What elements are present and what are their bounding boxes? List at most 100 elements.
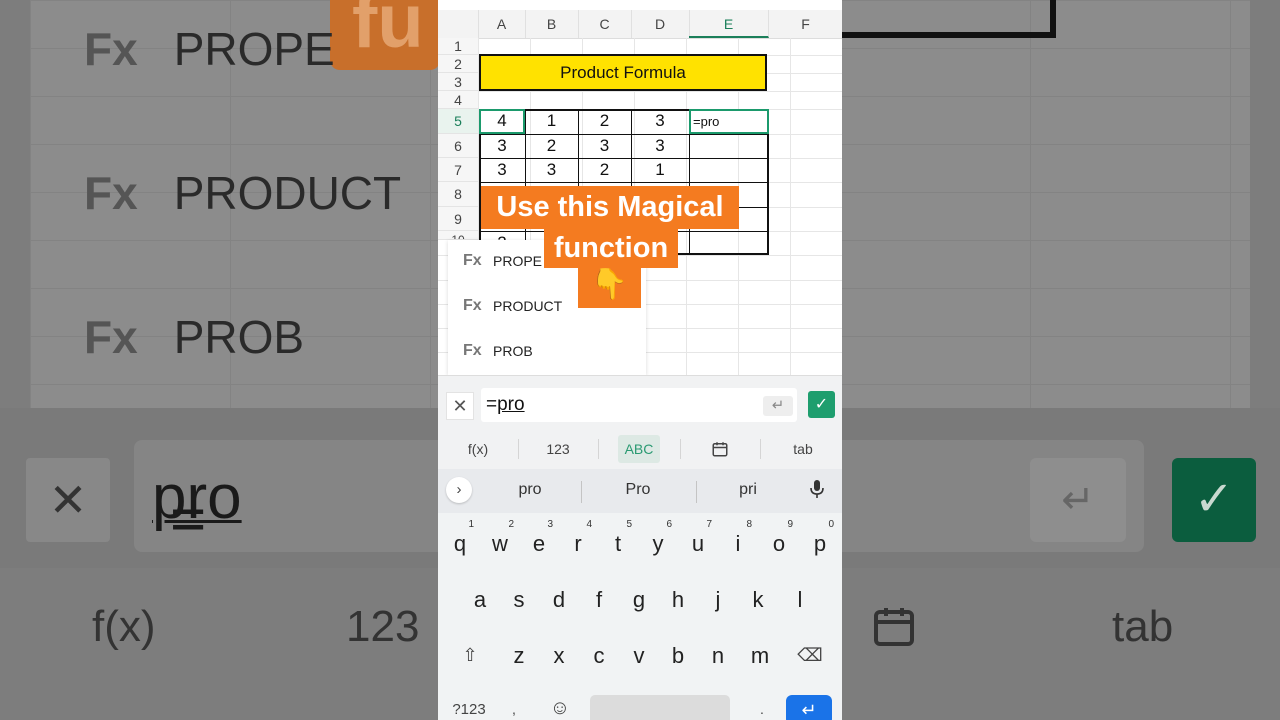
key-u[interactable]: u7: [680, 519, 716, 557]
cell-a7[interactable]: 3: [479, 160, 525, 180]
corner-cell[interactable]: [438, 10, 479, 38]
confirm-check-icon[interactable]: ✓: [808, 391, 835, 418]
keyboard-suggestion[interactable]: pri: [718, 481, 778, 499]
bg-close-icon: ✕: [26, 458, 110, 542]
column-header-c[interactable]: C: [578, 10, 632, 38]
enter-icon[interactable]: ↵: [763, 396, 793, 416]
key-m[interactable]: m: [742, 643, 778, 669]
column-header-a[interactable]: A: [478, 10, 526, 38]
cell-c5[interactable]: 2: [578, 111, 631, 131]
key-j[interactable]: j: [700, 587, 736, 613]
row-header-4[interactable]: 4: [438, 91, 478, 109]
formula-input[interactable]: =pro ↵: [481, 388, 797, 422]
mic-icon[interactable]: [810, 479, 824, 504]
row-header-1[interactable]: 1: [438, 38, 478, 55]
key-n[interactable]: n: [700, 643, 736, 669]
key-number: 5: [626, 519, 632, 530]
formula-bar: ✕ =pro ↵ ✓: [438, 375, 842, 432]
row-header-8[interactable]: 8: [438, 182, 478, 207]
key-label: q: [453, 531, 467, 556]
key-e[interactable]: e3: [521, 519, 557, 557]
key-number: 2: [508, 519, 514, 530]
tool-numeric[interactable]: 123: [538, 435, 578, 463]
cell-d7[interactable]: 1: [631, 160, 689, 180]
key-i[interactable]: i8: [720, 519, 756, 557]
key-w[interactable]: w2: [482, 519, 518, 557]
keyboard-suggestion[interactable]: Pro: [608, 481, 668, 499]
key-o[interactable]: o9: [761, 519, 797, 557]
row-header-3[interactable]: 3: [438, 73, 478, 91]
key-h[interactable]: h: [660, 587, 696, 613]
key-y[interactable]: y6: [640, 519, 676, 557]
key-b[interactable]: b: [660, 643, 696, 669]
key-s[interactable]: s: [501, 587, 537, 613]
key-label: t: [614, 531, 622, 556]
key-number: 1: [468, 519, 474, 530]
key-v[interactable]: v: [621, 643, 657, 669]
comma-key[interactable]: ,: [504, 701, 524, 717]
key-g[interactable]: g: [621, 587, 657, 613]
calendar-icon[interactable]: [708, 435, 732, 463]
pointing-down-icon: 👇: [578, 262, 641, 308]
column-header-b[interactable]: B: [525, 10, 579, 38]
row-header-7[interactable]: 7: [438, 158, 478, 182]
enter-key-icon[interactable]: ↵: [786, 695, 832, 720]
cell-d5[interactable]: 3: [631, 111, 689, 131]
key-r[interactable]: r4: [560, 519, 596, 557]
key-p[interactable]: p0: [802, 519, 838, 557]
key-q[interactable]: q1: [442, 519, 478, 557]
tool-tab[interactable]: tab: [783, 435, 823, 463]
cell-b6[interactable]: 2: [525, 136, 578, 156]
row-header-10[interactable]: 10: [438, 231, 478, 240]
tool-abc[interactable]: ABC: [618, 435, 660, 463]
toolbar-divider: [598, 439, 599, 459]
toolbar-divider: [680, 439, 681, 459]
cell-a6[interactable]: 3: [479, 136, 525, 156]
cell-b5[interactable]: 1: [525, 111, 578, 131]
bg-enter-icon: ↵: [1030, 458, 1126, 542]
title-cell[interactable]: Product Formula: [479, 54, 767, 91]
symbols-key[interactable]: ?123: [448, 701, 490, 718]
key-label: y: [652, 531, 664, 556]
chevron-right-icon[interactable]: ›: [446, 477, 472, 503]
close-icon[interactable]: ✕: [446, 392, 474, 420]
phone-screen: A B C D E F 1 2 3 4 5 6 7 8 9 10 Product…: [438, 0, 842, 720]
key-z[interactable]: z: [501, 643, 537, 669]
table-hline: [479, 182, 769, 183]
column-header-d[interactable]: D: [631, 10, 690, 38]
keyboard-suggestion[interactable]: pro: [500, 481, 560, 499]
key-t[interactable]: t5: [600, 519, 636, 557]
function-icon: Fx: [463, 297, 482, 314]
key-c[interactable]: c: [581, 643, 617, 669]
column-header-e[interactable]: E: [689, 10, 769, 38]
row-header-5[interactable]: 5: [438, 109, 478, 134]
key-x[interactable]: x: [541, 643, 577, 669]
key-number: 3: [547, 519, 553, 530]
cell-a5[interactable]: 4: [479, 111, 525, 131]
key-a[interactable]: a: [462, 587, 498, 613]
keyboard-suggestion-bar: › pro Pro pri: [438, 469, 842, 513]
active-cell-e5[interactable]: =pro: [689, 109, 769, 134]
key-l[interactable]: l: [782, 587, 818, 613]
backspace-icon[interactable]: ⌫: [796, 645, 824, 666]
space-key[interactable]: [590, 695, 730, 720]
column-header-f[interactable]: F: [769, 10, 842, 38]
emoji-icon[interactable]: ☺: [548, 697, 572, 720]
cell-c6[interactable]: 3: [578, 136, 631, 156]
row-header-9[interactable]: 9: [438, 207, 478, 231]
cell-b7[interactable]: 3: [525, 160, 578, 180]
autocomplete-item-prob[interactable]: Fx PROB: [448, 330, 646, 375]
row-header-6[interactable]: 6: [438, 134, 478, 158]
bg-suggestion: Fx PROB: [84, 311, 305, 363]
key-k[interactable]: k: [740, 587, 776, 613]
key-f[interactable]: f: [581, 587, 617, 613]
function-name: PROPE: [493, 253, 543, 269]
bg-orange-banner: fu: [330, 0, 440, 70]
row-header-2[interactable]: 2: [438, 55, 478, 73]
tool-function[interactable]: f(x): [458, 435, 498, 463]
shift-icon[interactable]: ⇧: [458, 645, 482, 666]
cell-c7[interactable]: 2: [578, 160, 631, 180]
cell-d6[interactable]: 3: [631, 136, 689, 156]
key-d[interactable]: d: [541, 587, 577, 613]
period-key[interactable]: .: [754, 701, 770, 717]
